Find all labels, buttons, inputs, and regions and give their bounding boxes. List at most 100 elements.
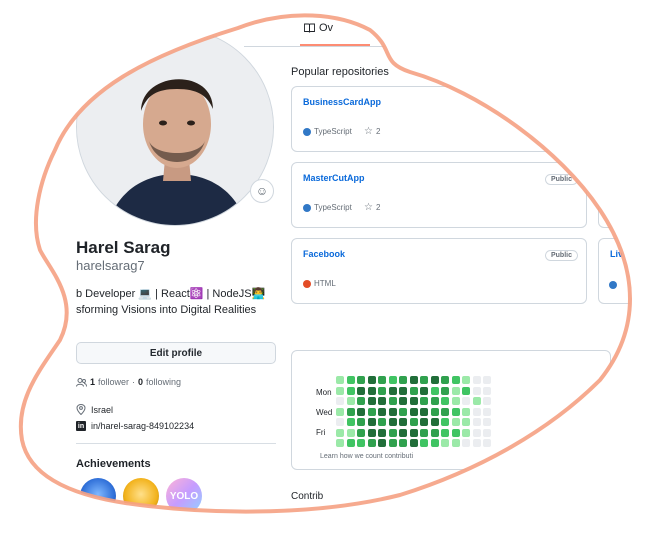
contribution-cell[interactable] <box>420 376 428 384</box>
repo-link[interactable]: MasterCutApp <box>303 173 365 183</box>
contribution-cell[interactable] <box>483 418 491 426</box>
following-link[interactable]: following <box>146 377 181 387</box>
contribution-cell[interactable] <box>347 439 355 447</box>
contribution-cell[interactable] <box>336 387 344 395</box>
contribution-cell[interactable] <box>473 408 481 416</box>
repo-link[interactable]: BusinessCardApp <box>303 97 381 107</box>
contribution-cell[interactable] <box>410 408 418 416</box>
contribution-cell[interactable] <box>357 387 365 395</box>
following-count[interactable]: 0 <box>138 377 143 387</box>
contribution-cell[interactable] <box>473 418 481 426</box>
contribution-cell[interactable] <box>473 397 481 405</box>
set-status-button[interactable]: ☺ <box>250 179 274 203</box>
contribution-cell[interactable] <box>473 439 481 447</box>
contribution-cell[interactable] <box>441 429 449 437</box>
contribution-cell[interactable] <box>473 387 481 395</box>
learn-contributions-link[interactable]: Learn how we count contributi <box>320 453 413 460</box>
contribution-cell[interactable] <box>368 376 376 384</box>
contribution-cell[interactable] <box>336 397 344 405</box>
contribution-cell[interactable] <box>452 387 460 395</box>
contribution-cell[interactable] <box>462 408 470 416</box>
contribution-cell[interactable] <box>347 418 355 426</box>
contribution-cell[interactable] <box>410 376 418 384</box>
contribution-cell[interactable] <box>399 397 407 405</box>
contribution-cell[interactable] <box>389 397 397 405</box>
followers-count[interactable]: 1 <box>90 377 95 387</box>
contribution-cell[interactable] <box>378 429 386 437</box>
contribution-cell[interactable] <box>389 376 397 384</box>
contribution-cell[interactable] <box>410 397 418 405</box>
contribution-cell[interactable] <box>347 408 355 416</box>
contribution-cell[interactable] <box>462 429 470 437</box>
contribution-cell[interactable] <box>399 387 407 395</box>
contribution-cell[interactable] <box>347 397 355 405</box>
contribution-cell[interactable] <box>410 418 418 426</box>
contribution-cell[interactable] <box>357 397 365 405</box>
contribution-cell[interactable] <box>462 387 470 395</box>
contribution-cell[interactable] <box>483 429 491 437</box>
contribution-cell[interactable] <box>378 418 386 426</box>
contribution-cell[interactable] <box>389 418 397 426</box>
contribution-cell[interactable] <box>368 387 376 395</box>
contribution-cell[interactable] <box>431 376 439 384</box>
repo-link[interactable]: Liv <box>610 249 623 259</box>
contribution-cell[interactable] <box>347 429 355 437</box>
repo-stars[interactable]: ☆ 2 <box>364 126 380 137</box>
contribution-cell[interactable] <box>473 376 481 384</box>
contribution-cell[interactable] <box>378 439 386 447</box>
contribution-cell[interactable] <box>441 376 449 384</box>
contribution-cell[interactable] <box>431 397 439 405</box>
contribution-cell[interactable] <box>389 439 397 447</box>
contribution-cell[interactable] <box>483 397 491 405</box>
contribution-cell[interactable] <box>389 387 397 395</box>
followers-link[interactable]: follower <box>98 377 129 387</box>
contribution-cell[interactable] <box>431 439 439 447</box>
contribution-cell[interactable] <box>441 397 449 405</box>
contribution-cell[interactable] <box>420 439 428 447</box>
tab-overview[interactable]: Ov <box>304 22 333 34</box>
contribution-cell[interactable] <box>336 418 344 426</box>
contribution-cell[interactable] <box>420 418 428 426</box>
contribution-cell[interactable] <box>431 408 439 416</box>
contribution-cell[interactable] <box>483 408 491 416</box>
contribution-cell[interactable] <box>336 376 344 384</box>
contribution-cell[interactable] <box>378 387 386 395</box>
contribution-cell[interactable] <box>368 429 376 437</box>
contribution-cell[interactable] <box>357 408 365 416</box>
contribution-cell[interactable] <box>441 408 449 416</box>
contribution-cell[interactable] <box>399 429 407 437</box>
contribution-cell[interactable] <box>410 387 418 395</box>
contribution-cell[interactable] <box>483 439 491 447</box>
achievement-badge-2[interactable] <box>123 478 159 514</box>
contribution-cell[interactable] <box>347 376 355 384</box>
repo-link[interactable]: Facebook <box>303 249 345 259</box>
contribution-cell[interactable] <box>399 418 407 426</box>
contribution-cell[interactable] <box>399 376 407 384</box>
contribution-cell[interactable] <box>420 429 428 437</box>
achievement-badge-1[interactable] <box>80 478 116 514</box>
contribution-cell[interactable] <box>410 439 418 447</box>
contribution-cell[interactable] <box>336 439 344 447</box>
contribution-cell[interactable] <box>389 429 397 437</box>
contribution-cell[interactable] <box>420 397 428 405</box>
contribution-cell[interactable] <box>410 429 418 437</box>
contribution-cell[interactable] <box>452 439 460 447</box>
achievement-badge-yolo[interactable]: YOLO <box>166 478 202 514</box>
contribution-cell[interactable] <box>357 418 365 426</box>
contribution-cell[interactable] <box>452 376 460 384</box>
contribution-cell[interactable] <box>336 408 344 416</box>
contribution-cell[interactable] <box>399 439 407 447</box>
contribution-cell[interactable] <box>462 376 470 384</box>
contribution-cell[interactable] <box>452 418 460 426</box>
contribution-cell[interactable] <box>357 429 365 437</box>
contribution-cell[interactable] <box>431 418 439 426</box>
contribution-cell[interactable] <box>378 408 386 416</box>
contribution-cell[interactable] <box>452 397 460 405</box>
contribution-cell[interactable] <box>483 376 491 384</box>
contribution-cell[interactable] <box>368 439 376 447</box>
contribution-cell[interactable] <box>462 397 470 405</box>
contribution-cell[interactable] <box>357 376 365 384</box>
contribution-cell[interactable] <box>378 376 386 384</box>
repo-stars[interactable]: ☆ 2 <box>364 202 380 213</box>
contribution-cell[interactable] <box>452 429 460 437</box>
